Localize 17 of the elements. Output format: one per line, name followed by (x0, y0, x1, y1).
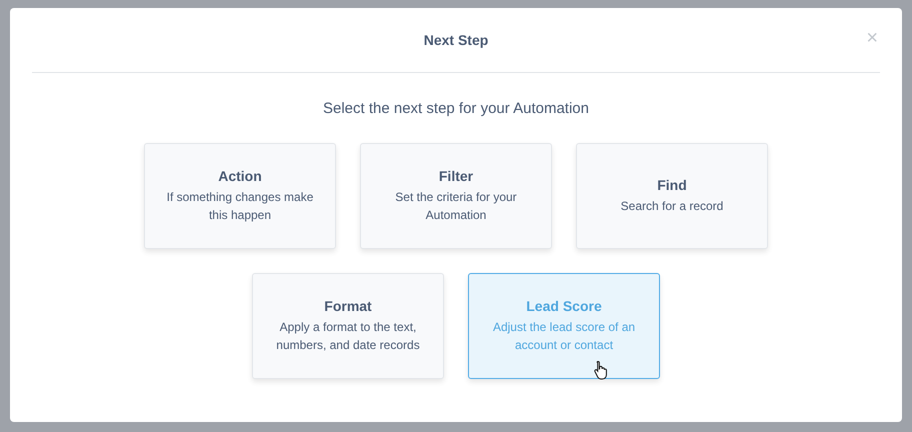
step-card[interactable]: Find Search for a record (576, 143, 768, 249)
step-description: Set the criteria for your Automation (394, 189, 518, 224)
step-description: Search for a record (620, 198, 724, 215)
step-description: Adjust the lead score of an account or contact (492, 319, 636, 354)
step-description: Apply a format to the text, numbers, and date records (275, 319, 421, 354)
step-title: Action (218, 168, 262, 184)
dialog-title: Next Step (424, 32, 488, 48)
step-card[interactable]: Filter Set the criteria for your Automation (360, 143, 552, 249)
step-title: Format (324, 298, 372, 314)
step-title: Lead Score (526, 298, 602, 314)
step-card[interactable]: Format Apply a format to the text, numbers, and date records (252, 273, 444, 379)
prompt-text: Select the next step for your Automation (322, 100, 590, 117)
step-description: If something changes make this happen (166, 189, 314, 224)
step-title: Find (657, 177, 687, 193)
step-card[interactable]: Action If something changes make this happen (144, 143, 336, 249)
hand-cursor-icon (593, 360, 609, 380)
step-title: Filter (438, 168, 474, 184)
